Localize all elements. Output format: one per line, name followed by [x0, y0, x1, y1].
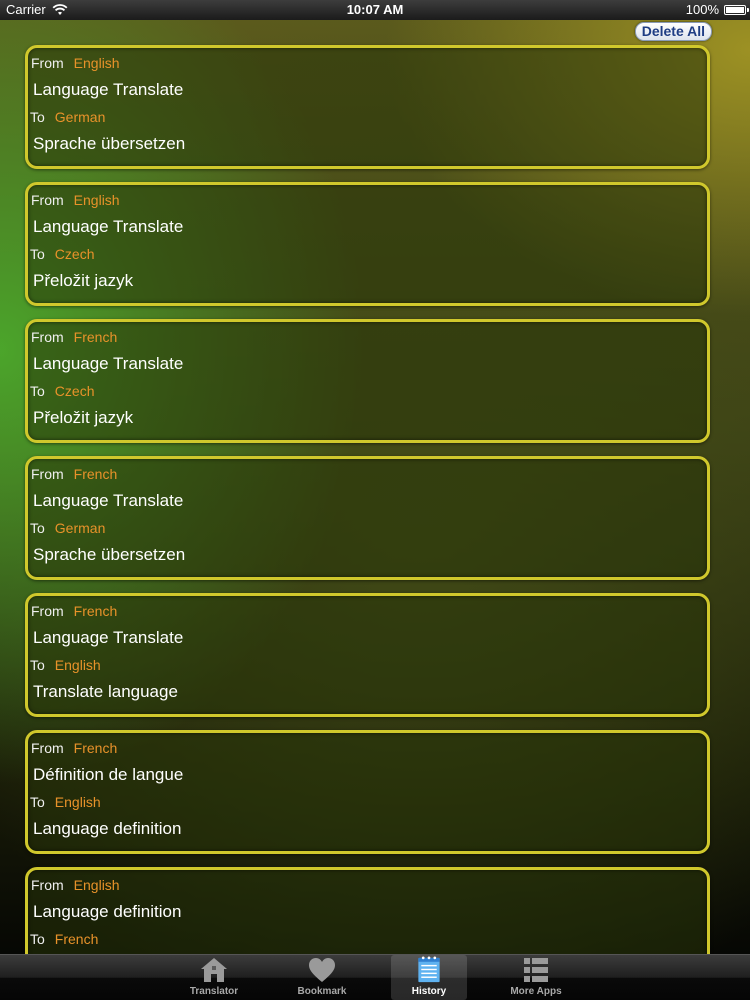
battery-percent: 100% — [685, 2, 719, 17]
tab-label: Bookmark — [297, 986, 347, 997]
history-item[interactable]: From French Language Translate To English … — [25, 593, 710, 717]
source-text: Language definition — [33, 902, 182, 921]
source-text: Language Translate — [33, 354, 184, 373]
to-label: To — [30, 383, 45, 399]
source-text: Language Translate — [33, 628, 184, 647]
heart-icon — [309, 958, 335, 982]
to-label: To — [30, 794, 45, 810]
history-item[interactable]: From French Définition de langue To Englis… — [25, 730, 710, 854]
history-item[interactable]: From French Language Translate To Czech Př… — [25, 319, 710, 443]
history-item[interactable]: From English Language definition To French — [25, 867, 710, 954]
tab-more-apps[interactable]: More Apps — [498, 955, 574, 1000]
target-language: French — [54, 931, 99, 947]
from-label: From — [31, 740, 64, 756]
battery-icon — [724, 4, 749, 15]
source-language: English — [73, 192, 120, 208]
source-language: French — [73, 329, 118, 345]
history-item[interactable]: From English Language Translate To Czech P… — [25, 182, 710, 306]
to-label: To — [30, 657, 45, 673]
source-text: Language Translate — [33, 217, 184, 236]
source-text: Language Translate — [33, 491, 184, 510]
tab-label: History — [411, 986, 447, 997]
source-language: French — [73, 466, 118, 482]
translated-text: Přeložit jazyk — [33, 271, 134, 290]
translated-text: Language definition — [33, 819, 182, 838]
source-language: French — [73, 603, 118, 619]
source-language: English — [73, 55, 120, 71]
to-label: To — [30, 109, 45, 125]
from-label: From — [31, 466, 64, 482]
from-label: From — [31, 55, 64, 71]
translated-text: Sprache übersetzen — [33, 134, 186, 153]
tab-bar: Translator Bookmark History More Apps — [0, 954, 750, 1000]
list-icon — [524, 958, 548, 982]
target-language: Czech — [54, 383, 95, 399]
translated-text: Translate language — [33, 682, 178, 701]
delete-all-button[interactable]: Delete All — [634, 22, 712, 41]
source-language: English — [73, 877, 120, 893]
source-text: Définition de langue — [33, 765, 184, 784]
tab-translator[interactable]: Translator — [176, 955, 252, 1000]
history-item[interactable]: From French Language Translate To German S… — [25, 456, 710, 580]
battery-info: 100% — [685, 2, 749, 17]
house-icon — [201, 958, 227, 982]
target-language: German — [54, 520, 106, 536]
status-time: 10:07 AM — [346, 2, 404, 17]
translated-text: Přeložit jazyk — [33, 408, 134, 427]
target-language: Czech — [54, 246, 95, 262]
source-language: French — [73, 740, 118, 756]
from-label: From — [31, 877, 64, 893]
target-language: German — [54, 109, 106, 125]
source-text: Language Translate — [33, 80, 184, 99]
target-language: English — [54, 794, 101, 810]
history-item[interactable]: From English Language Translate To German … — [25, 45, 710, 169]
to-label: To — [30, 246, 45, 262]
to-label: To — [30, 520, 45, 536]
from-label: From — [31, 603, 64, 619]
notepad-icon — [418, 956, 440, 983]
tab-label: More Apps — [510, 986, 562, 997]
history-list[interactable]: Delete All From English Language Translat… — [0, 20, 750, 954]
from-label: From — [31, 192, 64, 208]
tab-history[interactable]: History — [391, 955, 467, 1000]
to-label: To — [30, 931, 45, 947]
target-language: English — [54, 657, 101, 673]
tab-label: Translator — [189, 986, 239, 997]
status-bar: Carrier 10:07 AM 100% — [0, 0, 750, 20]
translated-text: Sprache übersetzen — [33, 545, 186, 564]
from-label: From — [31, 329, 64, 345]
tab-bookmark[interactable]: Bookmark — [284, 955, 360, 1000]
